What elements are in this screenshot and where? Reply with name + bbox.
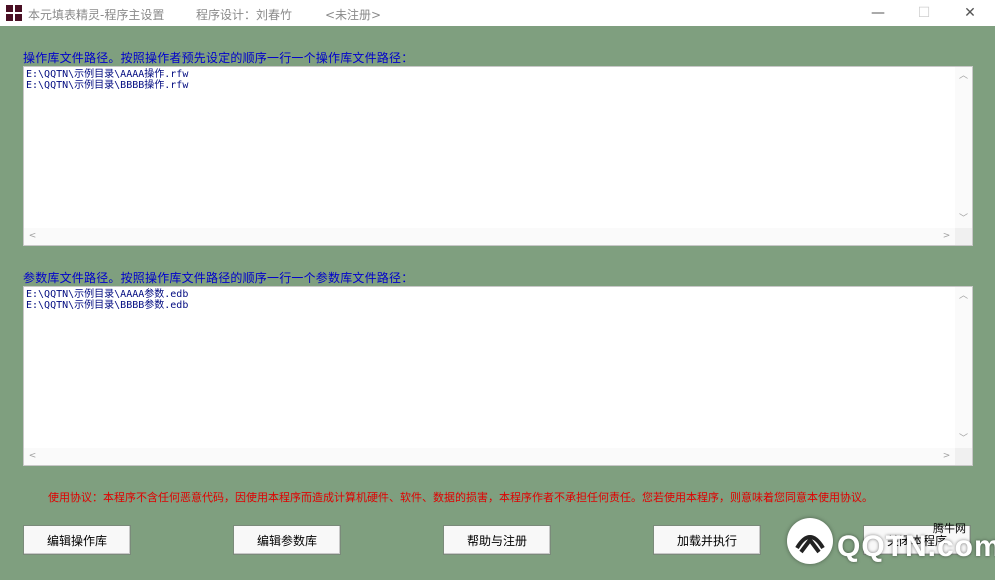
watermark-text: QQTN.com <box>837 530 995 563</box>
close-window-button[interactable]: ✕ <box>947 0 993 26</box>
scroll-right-icon[interactable]: > <box>938 448 955 465</box>
title-bar: 本元填表精灵-程序主设置 程序设计：刘春竹 <未注册> — ☐ ✕ <box>0 0 995 26</box>
minimize-button[interactable]: — <box>855 0 901 26</box>
edit-parameters-button[interactable]: 编辑参数库 <box>233 525 341 555</box>
help-register-button[interactable]: 帮助与注册 <box>443 525 551 555</box>
scroll-up-icon[interactable]: ︿ <box>955 288 972 305</box>
registration-status: <未注册> <box>325 8 382 22</box>
app-icon <box>6 5 22 21</box>
operations-path-label: 操作库文件路径。按照操作者预先设定的顺序一行一个操作库文件路径： <box>23 51 414 65</box>
load-execute-button[interactable]: 加载并执行 <box>653 525 761 555</box>
vertical-scrollbar[interactable]: ︿ ﹀ <box>955 67 972 228</box>
watermark-small-text: 腾牛网 <box>933 522 966 535</box>
scrollbar-corner <box>955 448 972 465</box>
vertical-scrollbar[interactable]: ︿ ﹀ <box>955 287 972 448</box>
scroll-down-icon[interactable]: ﹀ <box>955 211 972 228</box>
edit-operations-button[interactable]: 编辑操作库 <box>23 525 131 555</box>
scroll-right-icon[interactable]: > <box>938 228 955 245</box>
parameters-path-textarea[interactable]: E:\QQTN\示例目录\AAAA参数.edb E:\QQTN\示例目录\BBB… <box>23 286 973 466</box>
window-title: 本元填表精灵-程序主设置 <box>28 8 165 22</box>
maximize-button[interactable]: ☐ <box>901 0 947 26</box>
operations-path-textarea[interactable]: E:\QQTN\示例目录\AAAA操作.rfw E:\QQTN\示例目录\BBB… <box>23 66 973 246</box>
designer-credit: 程序设计：刘春竹 <box>196 8 293 22</box>
watermark-logo-icon <box>787 518 833 564</box>
scroll-up-icon[interactable]: ︿ <box>955 68 972 85</box>
parameters-path-content[interactable]: E:\QQTN\示例目录\AAAA参数.edb E:\QQTN\示例目录\BBB… <box>25 288 954 447</box>
usage-agreement-text: 使用协议：本程序不含任何恶意代码，因使用本程序而造成计算机硬件、软件、数据的损害… <box>48 491 873 504</box>
scroll-down-icon[interactable]: ﹀ <box>955 431 972 448</box>
watermark: QQTN.com 腾牛网 <box>785 512 995 580</box>
parameters-path-label: 参数库文件路径。按照操作库文件路径的顺序一行一个参数库文件路径： <box>23 271 414 285</box>
scrollbar-corner <box>955 228 972 245</box>
scroll-left-icon[interactable]: < <box>24 228 41 245</box>
scroll-left-icon[interactable]: < <box>24 448 41 465</box>
operations-path-content[interactable]: E:\QQTN\示例目录\AAAA操作.rfw E:\QQTN\示例目录\BBB… <box>25 68 954 227</box>
horizontal-scrollbar[interactable]: < > <box>24 228 955 245</box>
horizontal-scrollbar[interactable]: < > <box>24 448 955 465</box>
